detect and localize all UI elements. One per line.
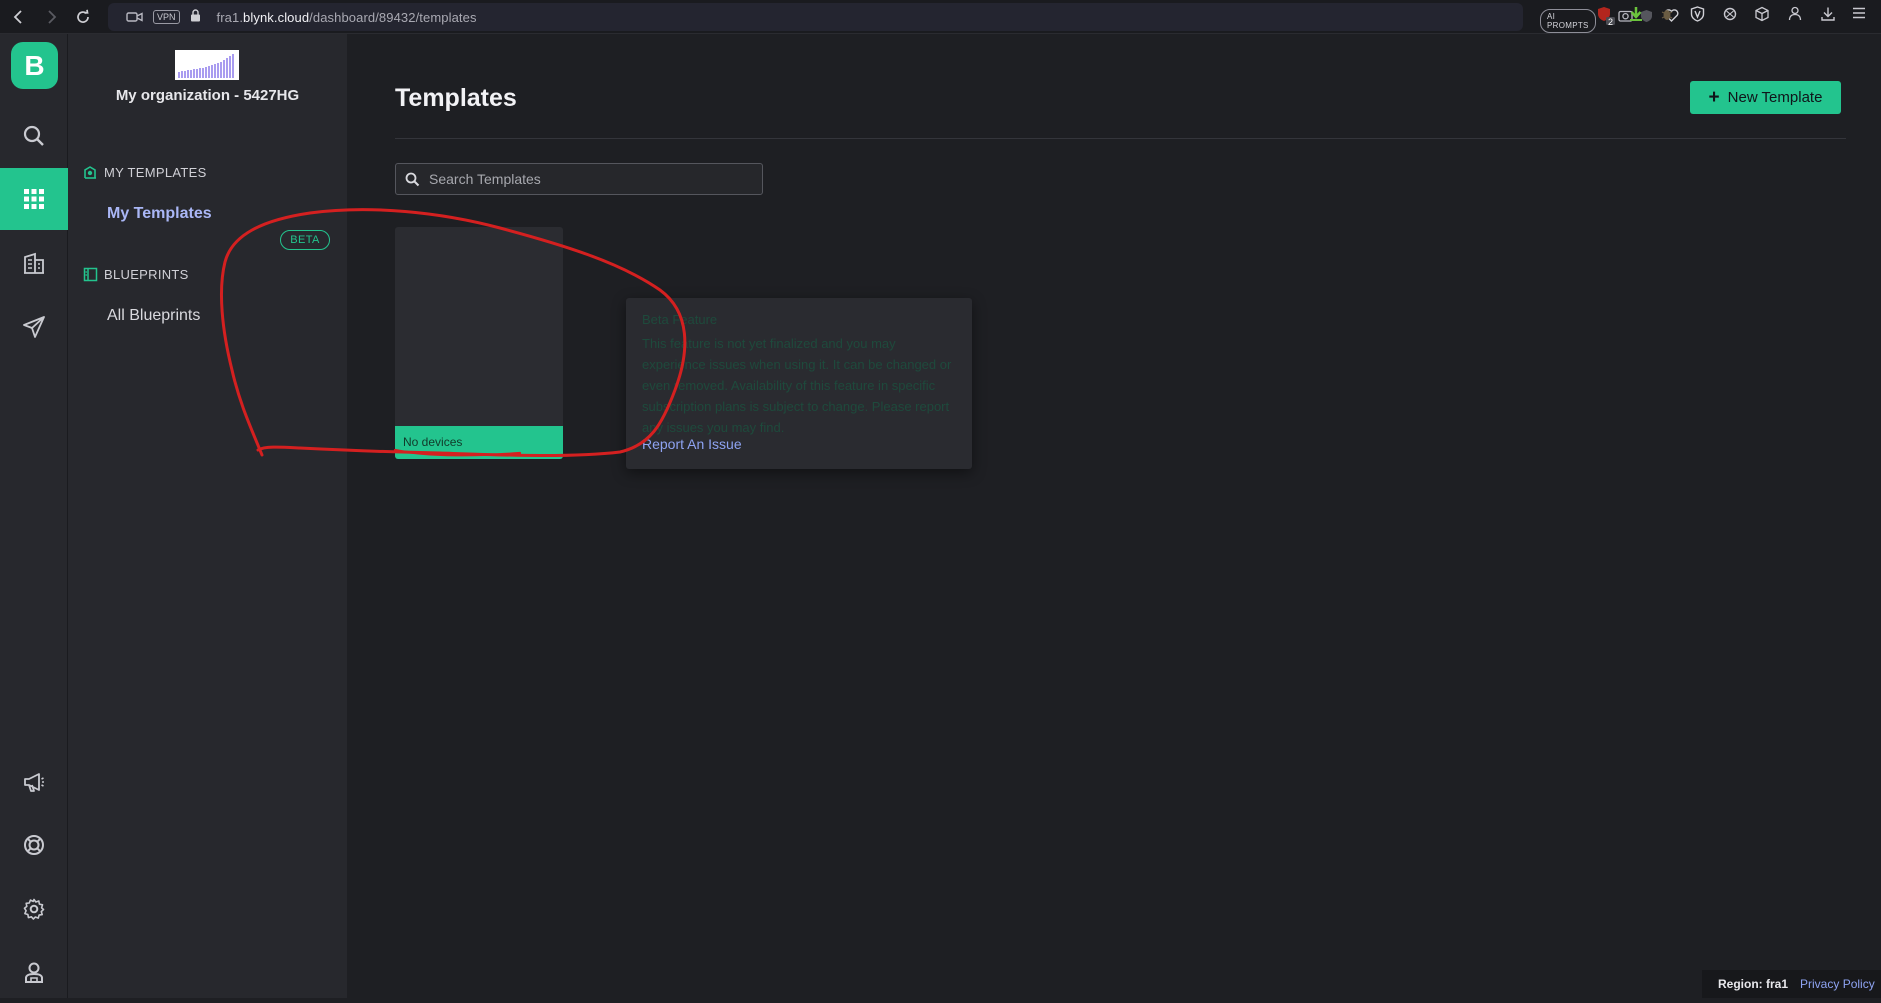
vpn-badge[interactable]: VPN	[153, 10, 180, 24]
organization-logo[interactable]	[175, 50, 239, 80]
search-input[interactable]	[429, 171, 759, 187]
privacy-policy-link[interactable]: Privacy Policy	[1800, 977, 1875, 991]
device-count-label: No devices	[403, 435, 463, 449]
blueprints-heading: BLUEPRINTS	[82, 266, 189, 282]
back-icon[interactable]	[6, 4, 32, 30]
ai-prompts-button[interactable]: AI PROMPTS	[1540, 9, 1596, 33]
my-templates-heading-label: MY TEMPLATES	[104, 164, 207, 180]
ublock-badge-count: 2	[1608, 17, 1614, 27]
region-footer: Region: fra1 Privacy Policy	[1702, 970, 1881, 998]
organizations-icon[interactable]	[0, 232, 68, 294]
sidebar-item-all-blueprints[interactable]: All Blueprints	[107, 307, 200, 325]
settings-icon[interactable]	[0, 878, 68, 940]
beta-badge[interactable]: BETA	[280, 230, 330, 250]
search-icon[interactable]	[0, 105, 68, 167]
url-text[interactable]: fra1.blynk.cloud/dashboard/89432/templat…	[217, 10, 477, 25]
address-bar[interactable]: VPN fra1.blynk.cloud/dashboard/89432/tem…	[108, 3, 1679, 33]
vpn-shield-icon[interactable]	[1690, 6, 1705, 25]
blueprints-heading-label: BLUEPRINTS	[104, 266, 189, 282]
reload-icon[interactable]	[70, 4, 96, 30]
new-template-button[interactable]: + New Template	[1690, 81, 1841, 114]
template-card[interactable]: No devices	[395, 227, 563, 459]
page-title: Templates	[395, 84, 517, 112]
blueprints-section-icon	[82, 266, 98, 282]
help-icon[interactable]	[0, 814, 68, 876]
header-divider	[395, 138, 1846, 139]
main-content: Templates + New Template No devices Beta…	[347, 34, 1881, 998]
send-icon[interactable]	[0, 296, 68, 358]
tooltip-title: Beta Feature	[642, 312, 718, 327]
report-issue-link[interactable]: Report An Issue	[642, 436, 742, 452]
forward-icon[interactable]	[38, 4, 64, 30]
organization-name[interactable]: My organization - 5427HG	[68, 87, 347, 104]
templates-sidebar: My organization - 5427HG MY TEMPLATES My…	[68, 34, 347, 998]
beta-feature-tooltip: Beta Feature This feature is not yet fin…	[626, 298, 972, 469]
download-arrow-icon[interactable]	[1628, 6, 1644, 25]
template-card-footer: No devices	[395, 426, 563, 459]
plus-icon: +	[1708, 87, 1720, 108]
my-templates-heading: MY TEMPLATES	[82, 164, 207, 180]
search-icon	[405, 171, 421, 187]
chatgpt-icon[interactable]	[1722, 6, 1738, 25]
tooltip-body: This feature is not yet finalized and yo…	[642, 336, 952, 435]
app-rail: B	[0, 34, 68, 998]
templates-grid-icon[interactable]	[0, 168, 68, 230]
menu-icon[interactable]	[1852, 6, 1866, 22]
profile-icon[interactable]	[1788, 6, 1802, 24]
region-label: Region: fra1	[1718, 977, 1789, 991]
search-box[interactable]	[395, 163, 763, 195]
camera-icon[interactable]	[126, 11, 143, 23]
downloads-icon[interactable]	[1820, 6, 1836, 25]
blynk-logo[interactable]: B	[11, 42, 58, 89]
templates-section-icon	[82, 164, 98, 180]
sidebar-item-my-templates[interactable]: My Templates	[107, 205, 212, 223]
user-icon[interactable]	[0, 941, 68, 1003]
extensions-cube-icon[interactable]	[1754, 6, 1770, 25]
browser-toolbar: VPN fra1.blynk.cloud/dashboard/89432/tem…	[0, 0, 1881, 34]
new-template-label: New Template	[1727, 89, 1823, 106]
announcements-icon[interactable]	[0, 751, 68, 813]
lock-icon[interactable]	[190, 9, 201, 25]
bug-icon[interactable]	[1660, 6, 1674, 25]
